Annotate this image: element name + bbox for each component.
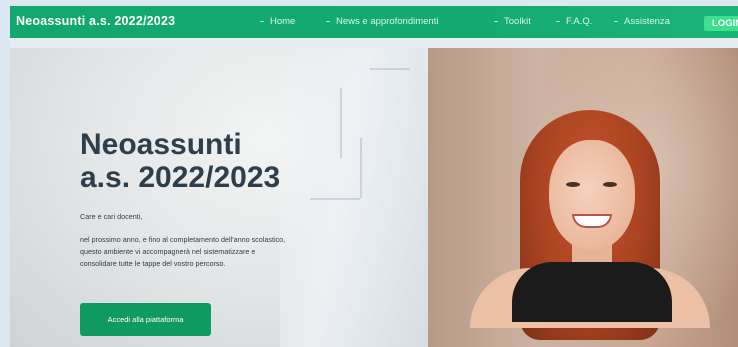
nav-bullet-icon: [494, 20, 498, 22]
nav-news[interactable]: News e approfondimenti: [326, 16, 438, 27]
nav-toolkit[interactable]: Toolkit: [494, 16, 531, 27]
photo-person-eye: [566, 182, 580, 187]
header-spacer: [10, 38, 738, 48]
board-scribble: [310, 198, 360, 200]
nav-bullet-icon: [260, 20, 264, 22]
nav-bullet-icon: [326, 20, 330, 22]
nav-toolkit-label: Toolkit: [504, 16, 531, 27]
hero-description-line: questo ambiente vi accompagnerà nel sist…: [80, 247, 256, 256]
hero-title: Neoassunti a.s. 2022/2023: [80, 128, 280, 194]
nav-assistenza-label: Assistenza: [624, 16, 670, 27]
nav-home[interactable]: Home: [260, 16, 295, 27]
nav-bullet-icon: [556, 20, 560, 22]
whiteboard-image: [280, 48, 440, 347]
photo-person-eye: [603, 182, 617, 187]
top-navbar: Neoassunti a.s. 2022/2023 Home News e ap…: [10, 6, 738, 38]
nav-bullet-icon: [614, 20, 618, 22]
board-scribble: [340, 88, 342, 158]
nav-news-label: News e approfondimenti: [336, 16, 439, 27]
hero-title-line-2: a.s. 2022/2023: [80, 161, 281, 194]
login-button[interactable]: LOGIN: [704, 16, 738, 31]
nav-home-label: Home: [270, 16, 296, 27]
hero-greeting: Care e cari docenti,: [80, 212, 143, 221]
nav-faq-label: F.A.Q.: [566, 16, 593, 27]
nav-faq[interactable]: F.A.Q.: [556, 16, 592, 27]
photo-person-face: [549, 140, 635, 250]
board-scribble: [370, 68, 410, 70]
hero-title-line-1: Neoassunti: [80, 128, 242, 161]
hero-description-line: nel prossimo anno, e fino al completamen…: [80, 235, 286, 244]
hero-description-line: consolidare tutte le tappe del vostro pe…: [80, 259, 226, 268]
brand-title[interactable]: Neoassunti a.s. 2022/2023: [16, 14, 175, 28]
nav-assistenza[interactable]: Assistenza: [614, 16, 670, 27]
access-platform-button[interactable]: Accedi alla piattaforma: [80, 303, 211, 336]
page-frame: Neoassunti a.s. 2022/2023 Home News e ap…: [0, 0, 738, 347]
board-scribble: [360, 138, 362, 198]
hero-description: nel prossimo anno, e fino al completamen…: [80, 234, 285, 270]
photo-person-top: [512, 262, 672, 322]
